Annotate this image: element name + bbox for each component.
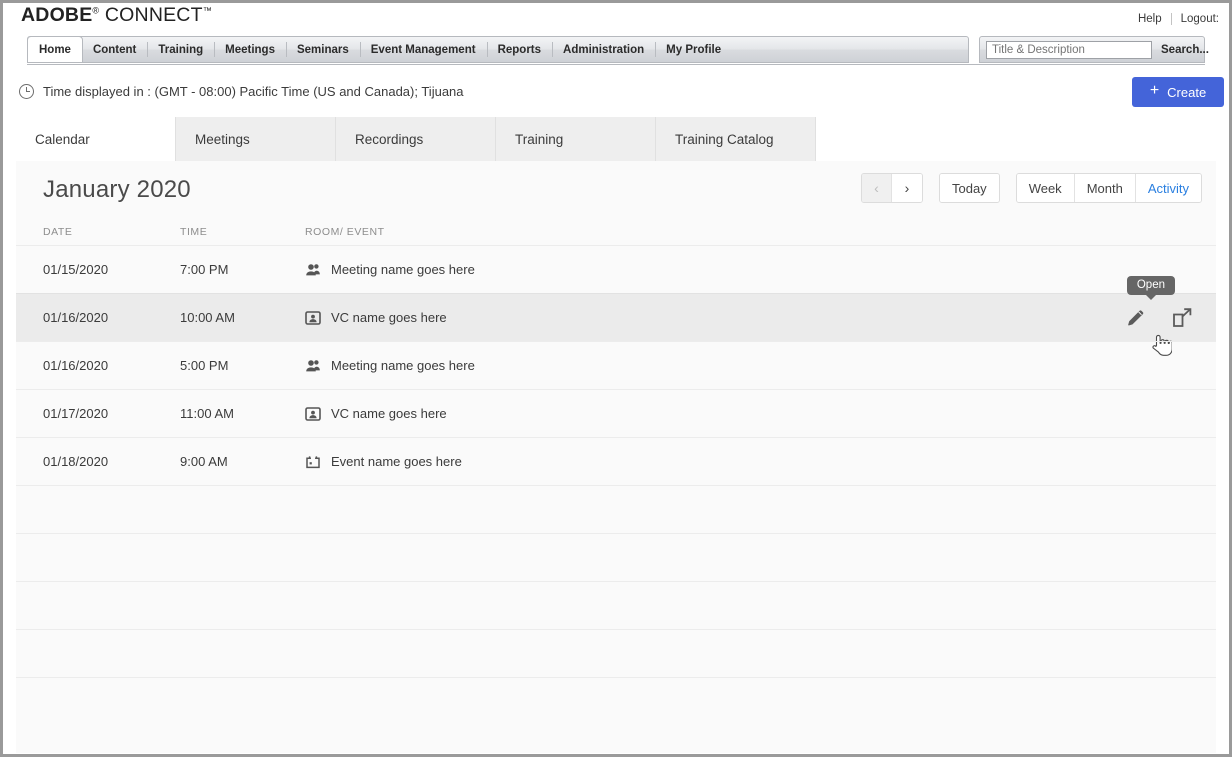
top-right-links: Help Logout: [1138,13,1219,25]
cell-date: 01/16/2020 [43,310,180,325]
cell-date: 01/18/2020 [43,454,180,469]
today-button[interactable]: Today [940,174,999,202]
adobe-connect-app: ADOBE® CONNECT™ Help Logout: Home Conten… [0,0,1232,757]
tab-recordings[interactable]: Recordings [336,117,496,161]
column-header-time: TIME [180,226,305,238]
create-button-label: Create [1167,85,1206,100]
cell-room-event: Meeting name goes here [305,358,1216,374]
timezone-text: Time displayed in : (GMT - 08:00) Pacifi… [43,84,464,99]
event-icon [305,454,321,470]
nav-item-training[interactable]: Training [147,37,214,62]
cell-time: 10:00 AM [180,310,305,325]
table-row-empty [16,533,1216,581]
table-row[interactable]: 01/18/2020 9:00 AM Event name goes here [16,437,1216,485]
cell-room-event: Event name goes here [305,454,1216,470]
plus-icon: + [1150,83,1159,99]
table-row-empty [16,581,1216,629]
view-week-button[interactable]: Week [1017,174,1075,202]
link-divider [1171,13,1172,25]
search-input[interactable] [986,41,1152,59]
logo-connect: CONNECT [105,4,203,26]
cell-room-event-label: VC name goes here [331,310,447,325]
nav-item-meetings[interactable]: Meetings [214,37,286,62]
cell-room-event: Meeting name goes here [305,262,1216,278]
view-toggle-group: Week Month Activity [1016,173,1202,203]
row-action-buttons: Open [1124,294,1194,342]
search-button[interactable]: Search... [1158,44,1212,56]
meeting-icon [305,358,321,374]
table-row[interactable]: 01/16/2020 10:00 AM VC name goes here [16,293,1216,341]
prev-period-button[interactable]: ‹ [862,174,892,202]
page-title: January 2020 [43,176,191,204]
calendar-header: January 2020 ‹ › Today Week Month Activi… [16,161,1216,219]
table-row-empty [16,629,1216,677]
meeting-icon [305,262,321,278]
tab-training[interactable]: Training [496,117,656,161]
table-row[interactable]: 01/16/2020 5:00 PM Meeting name goes her… [16,341,1216,389]
section-tabs: Calendar Meetings Recordings Training Tr… [16,117,817,161]
open-action-wrapper: Open [1170,306,1194,330]
vc-icon [305,310,321,326]
nav-item-event-management[interactable]: Event Management [360,37,487,62]
calendar-panel: January 2020 ‹ › Today Week Month Activi… [16,161,1216,753]
cell-date: 01/15/2020 [43,262,180,277]
column-header-room-event: ROOM/ EVENT [305,226,1216,238]
cell-time: 7:00 PM [180,262,305,277]
main-navigation: Home Content Training Meetings Seminars … [27,36,1205,64]
tab-meetings[interactable]: Meetings [176,117,336,161]
logo-registered-mark: ® [92,6,99,16]
cell-room-event-label: Meeting name goes here [331,262,475,277]
cell-date: 01/17/2020 [43,406,180,421]
nav-item-reports[interactable]: Reports [487,37,552,62]
cell-time: 11:00 AM [180,406,305,421]
vc-icon [305,406,321,422]
cell-room-event-label: Meeting name goes here [331,358,475,373]
view-activity-button[interactable]: Activity [1136,174,1201,202]
column-header-date: DATE [43,226,180,238]
table-row-empty [16,677,1216,725]
nav-item-seminars[interactable]: Seminars [286,37,360,62]
cell-time: 9:00 AM [180,454,305,469]
brand-bar: ADOBE® CONNECT™ Help Logout: [3,3,1229,36]
cell-date: 01/16/2020 [43,358,180,373]
cell-room-event-label: VC name goes here [331,406,447,421]
cell-room-event: VC name goes here [305,310,1216,326]
calendar-table: DATE TIME ROOM/ EVENT 01/15/2020 7:00 PM… [16,219,1216,725]
edit-pencil-icon[interactable] [1124,306,1148,330]
clock-icon [19,84,34,99]
table-row[interactable]: 01/15/2020 7:00 PM Meeting name goes her… [16,245,1216,293]
cell-room-event: VC name goes here [305,406,1216,422]
tooltip-open: Open [1127,276,1175,295]
cell-room-event-label: Event name goes here [331,454,462,469]
logo-adobe: ADOBE [21,4,92,26]
adobe-connect-logo: ADOBE® CONNECT™ [21,4,212,27]
nav-item-content[interactable]: Content [82,37,147,62]
table-row[interactable]: 01/17/2020 11:00 AM VC name goes here [16,389,1216,437]
prev-next-group: ‹ › [861,173,923,203]
today-group: Today [939,173,1000,203]
nav-item-my-profile[interactable]: My Profile [655,37,732,62]
create-button[interactable]: + Create [1132,77,1224,107]
cell-time: 5:00 PM [180,358,305,373]
table-header-row: DATE TIME ROOM/ EVENT [16,219,1216,245]
nav-item-home[interactable]: Home [28,37,82,62]
search-bar: Search... [979,36,1205,63]
view-month-button[interactable]: Month [1075,174,1136,202]
table-row-empty [16,485,1216,533]
logo-trademark-mark: ™ [203,6,212,16]
logout-link[interactable]: Logout: [1181,13,1219,25]
calendar-controls: ‹ › Today Week Month Activity [861,173,1202,203]
tab-calendar[interactable]: Calendar [16,117,176,161]
nav-item-administration[interactable]: Administration [552,37,655,62]
timezone-bar: Time displayed in : (GMT - 08:00) Pacifi… [3,65,1229,117]
next-period-button[interactable]: › [892,174,922,202]
help-link[interactable]: Help [1138,13,1162,25]
nav-tab-bar: Home Content Training Meetings Seminars … [27,36,969,63]
tab-training-catalog[interactable]: Training Catalog [656,117,816,161]
open-external-icon[interactable] [1170,306,1194,330]
